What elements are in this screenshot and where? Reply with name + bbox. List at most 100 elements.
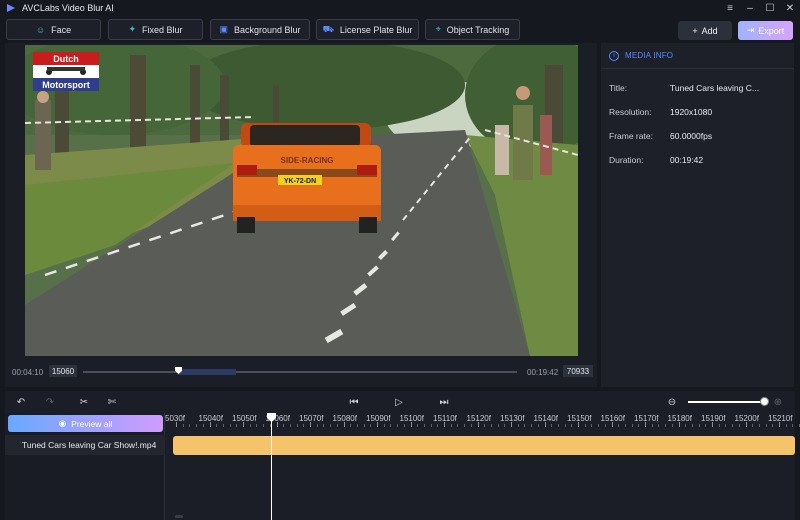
ruler-minor-tick [624,424,626,427]
face-button[interactable]: ☺ Face [6,19,101,40]
ruler-minor-tick [323,424,325,427]
ruler-label: 15120f [466,414,491,423]
ruler-major-tick [678,422,680,427]
split-icon[interactable]: ✂ [77,395,91,409]
ruler-minor-tick [598,424,600,427]
ruler-minor-tick [336,424,338,427]
add-button[interactable]: + Add [678,21,732,40]
info-row-frame-rate: Frame rate: 60.0000fps [609,131,789,143]
plate-text: YK-72-DN [284,178,316,185]
zoom-in-icon[interactable]: ⊕ [771,395,785,409]
current-frame-field[interactable]: 15060 [49,365,77,377]
playhead-line[interactable] [271,417,272,520]
ruler-minor-tick [417,424,419,427]
play-icon[interactable]: ▷ [392,395,406,409]
ruler-minor-tick [758,424,760,427]
window-controls: ≡ – ☐ ✕ [720,0,800,16]
info-key: Resolution: [609,107,652,117]
title-bar: AVCLabs Video Blur AI ≡ – ☐ ✕ [0,0,800,16]
timeline-ruler[interactable]: 5030f 15040f 15050f 15060f 15070f 15080f 15090… [165,413,800,427]
ruler-minor-tick [363,424,365,427]
ruler-minor-tick [256,424,258,427]
ruler-minor-tick [383,424,385,427]
add-button-label: Add [701,25,718,36]
ruler-minor-tick [296,424,298,427]
video-clip[interactable] [173,436,795,455]
ruler-major-tick [611,422,613,427]
next-frame-icon[interactable]: ⏭ [437,395,451,409]
info-value: 00:19:42 [670,155,704,165]
target-icon: ⌖ [435,24,441,34]
zoom-out-icon[interactable]: ⊖ [665,395,679,409]
ruler-minor-tick [450,424,452,427]
ruler-minor-tick [772,424,774,427]
ruler-minor-tick [202,424,204,427]
maximize-icon[interactable]: ☐ [760,0,780,16]
license-plate-blur-button-label: License Plate Blur [339,24,413,35]
ruler-minor-tick [718,424,720,427]
object-tracking-button[interactable]: ⌖ Object Tracking [425,19,520,40]
ruler-label: 15180f [667,414,692,423]
ruler-label: 15070f [299,414,324,423]
horizontal-scrollbar[interactable] [175,515,183,518]
ruler-minor-tick [638,424,640,427]
ruler-major-tick [444,422,445,427]
undo-icon[interactable]: ↶ [14,395,28,409]
prev-frame-icon[interactable]: ⏮ [347,395,361,409]
license-plate-blur-button[interactable]: ⛟ License Plate Blur [316,19,419,40]
cut-icon[interactable]: ✄ [105,395,119,409]
info-row-title: Title: Tuned Cars leaving C... [609,83,789,95]
ruler-major-tick [645,422,646,427]
preview-all-button[interactable]: ◉ Preview all [8,415,163,432]
track-header-column: ◉ Preview all Tuned Cars leaving Car Sho… [5,413,165,520]
media-info-title: MEDIA INFO [625,51,674,60]
scrub-range[interactable] [178,369,236,375]
ruler-minor-tick [182,424,184,427]
ruler-label: 15200f [734,414,759,423]
ruler-minor-tick [430,424,432,427]
export-icon: ⇥ [746,25,755,35]
ruler-minor-tick [517,424,519,427]
ruler-minor-tick [591,424,593,427]
ruler-major-tick [209,422,211,427]
total-frames-field[interactable]: 70933 [563,365,593,377]
minimize-icon[interactable]: – [740,0,760,16]
ruler-label: 15210f [768,414,793,423]
current-time: 00:04:10 [12,368,44,377]
scrub-bar: 00:04:10 15060 00:19:42 70933 [5,363,597,381]
preview-all-label: Preview all [71,418,113,429]
ruler-major-tick [410,422,412,427]
close-icon[interactable]: ✕ [780,0,800,16]
background-blur-button[interactable]: ▣ Background Blur [210,19,310,40]
ruler-minor-tick [216,424,218,427]
fixed-blur-button[interactable]: ✦ Fixed Blur [108,19,203,40]
ruler-minor-tick [604,424,606,427]
zoom-slider[interactable] [688,401,764,403]
background-blur-button-label: Background Blur [233,24,301,35]
ruler-minor-tick [222,424,224,427]
watermark-line2: Motorsport [42,80,90,90]
ruler-minor-tick [390,424,392,427]
scrub-track[interactable] [83,367,517,375]
export-button[interactable]: ⇥ Export [738,21,793,40]
video-frame[interactable]: YK-72-DN SIDE-RACING Dutch Motorsport [25,45,578,356]
info-row-duration: Duration: 00:19:42 [609,155,789,167]
ruler-minor-tick [464,424,466,427]
menu-icon[interactable]: ≡ [720,0,740,16]
image-icon: ▣ [219,24,228,34]
ruler-minor-tick [537,424,539,427]
ruler-minor-tick [189,424,191,427]
ruler-major-tick [712,422,713,427]
ruler-label: 15140f [533,414,558,423]
ruler-label: 15080f [332,414,357,423]
track-label[interactable]: Tuned Cars leaving Car Show!.mp4 [5,435,165,455]
zoom-slider-thumb[interactable] [760,397,769,406]
ruler-minor-tick [397,424,399,427]
ruler-minor-tick [752,424,754,427]
info-key: Frame rate: [609,131,653,141]
eye-icon: ◉ [58,418,67,428]
redo-icon[interactable]: ↷ [43,395,57,409]
ruler-minor-tick [698,424,700,427]
end-time: 00:19:42 [527,368,559,377]
ruler-label: 15050f [232,414,257,423]
